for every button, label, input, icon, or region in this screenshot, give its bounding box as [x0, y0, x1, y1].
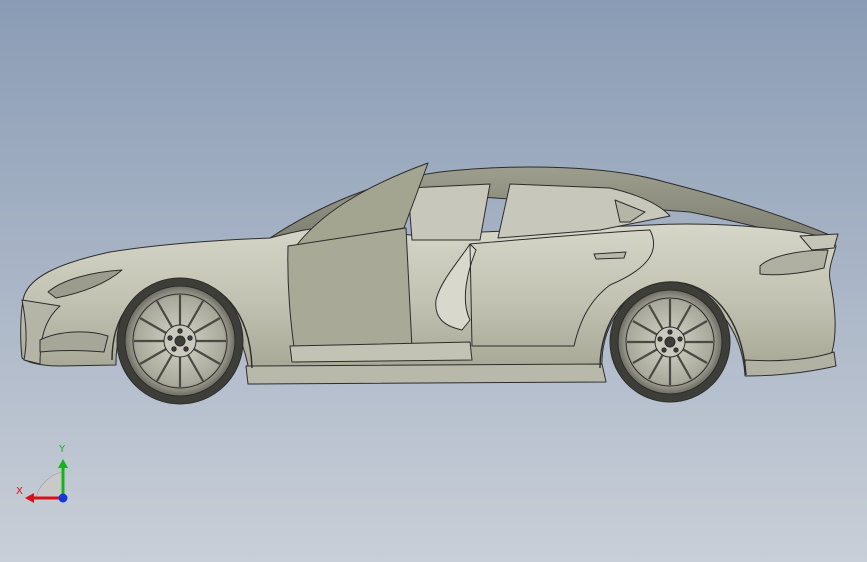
triad-y-label: Y	[59, 444, 66, 455]
triad-z-axis	[58, 493, 68, 503]
triad-x-label: X	[16, 486, 23, 497]
triad-plane	[35, 471, 64, 499]
graphics-viewport[interactable]: Y X	[0, 0, 867, 562]
triad-x-arrow	[25, 493, 34, 503]
triad-y-arrow	[58, 459, 68, 468]
axis-triad	[25, 459, 68, 503]
